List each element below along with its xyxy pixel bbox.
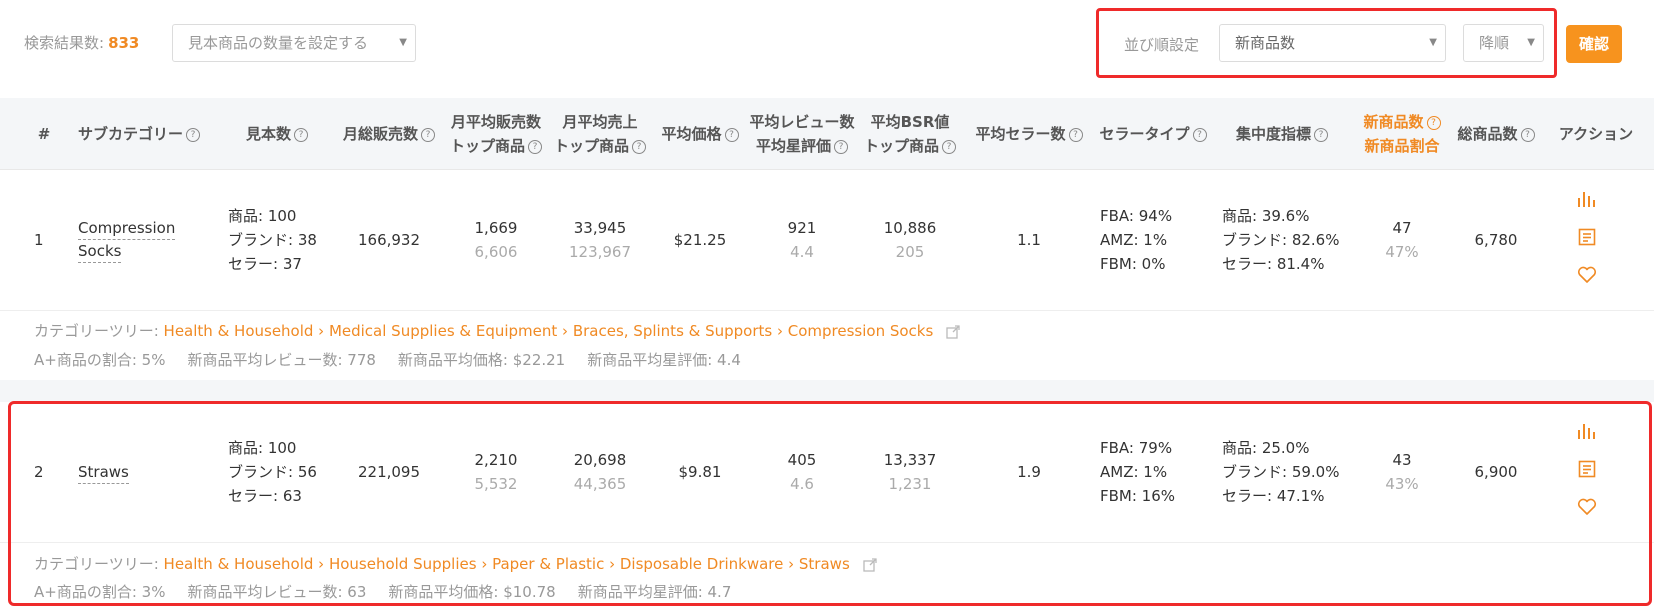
result-count-value: 833 [108, 34, 140, 52]
new-products-cell: 47 47% [1385, 219, 1419, 261]
sort-order-value: 降順 [1479, 34, 1510, 52]
sample-count-placeholder: 見本商品の数量を設定する [188, 34, 369, 52]
question-icon[interactable]: ? [1426, 115, 1441, 130]
sort-order-select[interactable]: 降順 ▼ [1463, 24, 1544, 62]
concentration-cell: 商品: 39.6% ブランド: 82.6% セラー: 81.4% [1222, 207, 1340, 273]
header-avg-revenue[interactable]: 月平均売上 トップ商品? [548, 98, 652, 170]
header-samples[interactable]: 見本数? [222, 98, 332, 170]
header-sellers[interactable]: 平均セラー数? [966, 98, 1092, 170]
header-index: # [37, 125, 51, 143]
samples-cell: 商品: 100 ブランド: 38 セラー: 37 [228, 207, 317, 273]
result-count: 検索結果数: 833 [24, 32, 139, 53]
chevron-down-icon: ▼ [1429, 37, 1437, 48]
heart-icon[interactable] [1576, 264, 1598, 286]
row-actions [1576, 188, 1598, 286]
header-action: アクション [1558, 125, 1634, 143]
category-tree: カテゴリーツリー: Health & Household › Medical S… [34, 320, 960, 341]
toolbar: 検索結果数: 833 見本商品の数量を設定する ▼ 並び順設定 新商品数 ▼ 降順… [0, 0, 1654, 98]
result-count-label: 検索結果数: [24, 34, 105, 52]
question-icon[interactable]: ? [186, 127, 200, 142]
reviews-cell: 921 4.4 [787, 219, 817, 261]
chevron-down-icon: ▼ [399, 37, 407, 48]
row-divider [0, 310, 1654, 311]
monthly-sales-cell: 166,932 [357, 231, 421, 249]
external-link-icon[interactable] [946, 324, 960, 339]
row-index: 1 [34, 231, 44, 249]
header-reviews[interactable]: 平均レビュー数 平均星評価? [746, 98, 858, 170]
header-bsr[interactable]: 平均BSR値 トップ商品? [860, 98, 960, 170]
header-new-products[interactable]: 新商品数? 新商品割合 [1354, 98, 1450, 170]
question-icon[interactable]: ? [1520, 127, 1535, 142]
question-icon[interactable]: ? [834, 139, 848, 154]
seller-type-cell: FBA: 94% AMZ: 1% FBM: 0% [1100, 207, 1173, 273]
bar-chart-icon[interactable] [1576, 188, 1598, 210]
header-concentration[interactable]: 集中度指標? [1222, 98, 1342, 170]
question-icon[interactable]: ? [1068, 127, 1083, 142]
sort-field-select[interactable]: 新商品数 ▼ [1219, 24, 1446, 62]
header-subcategory[interactable]: サブカテゴリー? [64, 98, 214, 170]
question-icon[interactable]: ? [1314, 127, 1328, 142]
header-avg-price[interactable]: 平均価格? [652, 98, 748, 170]
sellers-cell: 1.1 [1017, 231, 1041, 249]
avg-revenue-cell: 33,945 123,967 [568, 219, 632, 261]
avg-sales-cell: 1,669 6,606 [474, 219, 518, 261]
avg-price-cell: $21.25 [673, 231, 727, 249]
question-icon[interactable]: ? [632, 139, 646, 154]
sort-label: 並び順設定 [1124, 36, 1200, 54]
row-gap [0, 380, 1654, 402]
confirm-button[interactable]: 確認 [1566, 25, 1622, 63]
table-header: # サブカテゴリー? 見本数? 月総販売数? 月平均販売数 トップ商品? 月平均売… [0, 98, 1654, 170]
sort-field-value: 新商品数 [1235, 34, 1296, 52]
chevron-down-icon: ▼ [1527, 37, 1535, 48]
new-product-stats: A+商品の割合: 5% 新商品平均レビュー数: 778 新商品平均価格: $22.2… [34, 351, 741, 369]
header-monthly-sales[interactable]: 月総販売数? [334, 98, 444, 170]
header-avg-sales[interactable]: 月平均販売数 トップ商品? [444, 98, 548, 170]
table-row: 1 Compression Socks 商品: 100 ブランド: 38 セラー: … [0, 170, 1654, 310]
question-icon[interactable]: ? [421, 127, 435, 142]
sample-count-select[interactable]: 見本商品の数量を設定する ▼ [172, 24, 416, 62]
question-icon[interactable]: ? [942, 139, 956, 154]
question-icon[interactable]: ? [528, 139, 542, 154]
header-seller-type[interactable]: セラータイプ? [1092, 98, 1214, 170]
question-icon[interactable]: ? [294, 127, 308, 142]
header-total-products[interactable]: 総商品数? [1448, 98, 1544, 170]
subcategory-link[interactable]: Compression Socks [78, 170, 176, 310]
bsr-cell: 10,886 205 [883, 219, 937, 261]
question-icon[interactable]: ? [724, 127, 739, 142]
row-highlight [8, 401, 1652, 606]
total-products-cell: 6,780 [1474, 231, 1518, 249]
category-tree-link[interactable]: Health & Household › Medical Supplies & … [164, 322, 934, 340]
question-icon[interactable]: ? [1192, 127, 1207, 142]
document-icon[interactable] [1576, 226, 1598, 248]
